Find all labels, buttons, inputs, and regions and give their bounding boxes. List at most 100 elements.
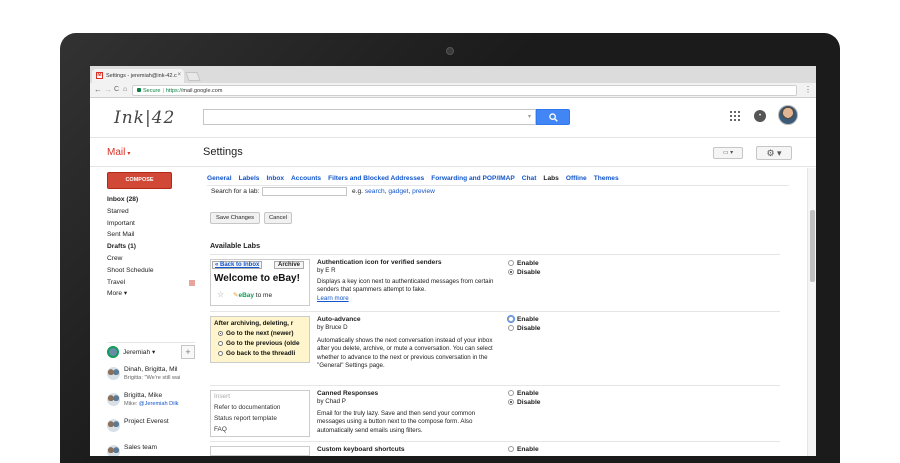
- new-tab-button[interactable]: [185, 72, 201, 81]
- chat-status-menu[interactable]: Jeremiah ▾: [123, 348, 155, 356]
- my-chat-avatar[interactable]: [107, 346, 119, 358]
- url-scheme: https://: [165, 88, 183, 94]
- sidebar-item[interactable]: Sent Mail: [107, 229, 195, 241]
- chat-contact[interactable]: Brigitta, Mike Mike: @Jeremiah Dilk: [107, 391, 199, 417]
- tab-accounts[interactable]: Accounts: [291, 175, 321, 182]
- lab-title: Authentication icon for verified senders: [317, 259, 442, 266]
- lab-preview-image: « Back to Inbox Archive Welcome to eBay!…: [210, 259, 310, 306]
- back-arrow-icon[interactable]: ←: [94, 85, 102, 94]
- settings-gear-button[interactable]: ⚙ ▾: [756, 146, 792, 160]
- contact-snippet: Brigitta: "We're still wai: [124, 375, 199, 381]
- content-scrollbar[interactable]: [807, 168, 816, 456]
- disable-option[interactable]: Disable: [508, 325, 540, 332]
- reload-icon[interactable]: C: [114, 86, 119, 93]
- home-icon[interactable]: ⌂: [123, 86, 127, 93]
- label-color-swatch[interactable]: [189, 279, 195, 286]
- mail-switcher[interactable]: Mail ▾: [107, 147, 130, 158]
- disable-radio[interactable]: [508, 399, 514, 405]
- chat-contact[interactable]: Project Everest: [107, 417, 199, 443]
- preview-sender-rest: to me: [254, 292, 273, 299]
- example-link-gadget[interactable]: gadget: [388, 188, 408, 195]
- sidebar-item[interactable]: Travel: [107, 277, 195, 289]
- search-button[interactable]: [536, 109, 570, 125]
- search-input[interactable]: ▾: [203, 109, 536, 125]
- compose-button[interactable]: COMPOSE: [107, 172, 172, 189]
- learn-more-link[interactable]: Learn more: [317, 295, 349, 302]
- contact-name: Brigitta, Mike: [124, 392, 163, 399]
- settings-content: General Labels Inbox Accounts Filters and Bl…: [203, 168, 797, 456]
- preview-menu-item: Refer to documentation: [214, 404, 281, 411]
- sidebar-item[interactable]: More ▾: [107, 288, 195, 300]
- cancel-button[interactable]: Cancel: [264, 212, 292, 224]
- sidebar-item-label: Drafts (1): [107, 243, 136, 251]
- chat-header: Jeremiah ▾ +: [107, 342, 195, 359]
- contact-avatar: [107, 419, 120, 432]
- tab-themes[interactable]: Themes: [594, 175, 619, 182]
- save-changes-button[interactable]: Save Changes: [210, 212, 260, 224]
- example-link-preview[interactable]: preview: [412, 188, 435, 195]
- example-link-search[interactable]: search: [365, 188, 385, 195]
- lab-author: by Bruce D: [317, 324, 348, 331]
- notifications-bell-icon[interactable]: •: [754, 110, 766, 122]
- disable-label: Disable: [517, 399, 541, 406]
- sidebar-item[interactable]: Starred: [107, 206, 195, 218]
- contact-name: Project Everest: [124, 418, 169, 425]
- tab-title: Settings - jeremiah@ink-42.c: [106, 73, 177, 79]
- tab-inbox[interactable]: Inbox: [266, 175, 284, 182]
- enable-option[interactable]: Enable: [508, 260, 539, 267]
- tab-forwarding-and-pop-imap[interactable]: Forwarding and POP/IMAP: [431, 175, 515, 182]
- new-chat-button[interactable]: +: [181, 345, 195, 359]
- preview-menu-item: Insert: [214, 393, 230, 400]
- sidebar-item[interactable]: Inbox (28): [107, 194, 195, 206]
- lab-preview-image: After archiving, deleting, r Go to the n…: [210, 316, 310, 363]
- sidebar-item[interactable]: Drafts (1): [107, 241, 195, 253]
- enable-radio[interactable]: [508, 390, 514, 396]
- tab-general[interactable]: General: [207, 175, 232, 182]
- preview-heading: After archiving, deleting, r: [214, 320, 294, 327]
- disable-label: Disable: [517, 325, 541, 332]
- tab-close-icon[interactable]: ×: [177, 72, 181, 78]
- lab-description-text: Displays a key icon next to authenticate…: [317, 278, 494, 294]
- tab-labs[interactable]: Labs: [543, 175, 558, 182]
- secure-label: Secure: [143, 88, 161, 94]
- ink42-logo[interactable]: Ink|42: [114, 108, 175, 128]
- browser-tab[interactable]: M Settings - jeremiah@ink-42.c ×: [92, 69, 184, 83]
- preview-menu-item: Status report template: [214, 415, 277, 422]
- input-tools-button[interactable]: ▭ ▾: [713, 147, 743, 159]
- preview-sender-brand: eBay: [238, 292, 254, 299]
- contact-snippet: Mike: @Jeremiah Dilk: [124, 401, 199, 407]
- search-options-caret-icon[interactable]: ▾: [528, 113, 531, 120]
- gmail-header: Ink|42 ▾ •: [90, 98, 816, 138]
- lock-icon: [137, 88, 141, 92]
- sidebar-item[interactable]: Crew: [107, 253, 195, 265]
- gmail-favicon-icon: M: [96, 72, 103, 79]
- tab-labels[interactable]: Labels: [239, 175, 260, 182]
- sidebar-item[interactable]: Shoot Schedule: [107, 265, 195, 277]
- contact-snippet-text: Brigitta: "We're still wai: [124, 375, 181, 381]
- enable-radio[interactable]: [508, 446, 514, 452]
- browser-menu-icon[interactable]: ⋮: [804, 85, 812, 94]
- mail-label: Mail: [107, 147, 126, 158]
- search-lab-label: Search for a lab:: [211, 188, 260, 195]
- disable-option[interactable]: Disable: [508, 269, 540, 276]
- tab-offline[interactable]: Offline: [566, 175, 587, 182]
- tab-filters-and-blocked-addresses[interactable]: Filters and Blocked Addresses: [328, 175, 424, 182]
- enable-option[interactable]: Enable: [508, 390, 539, 397]
- disable-label: Disable: [517, 269, 541, 276]
- sidebar-item[interactable]: Important: [107, 218, 195, 230]
- tab-chat[interactable]: Chat: [522, 175, 537, 182]
- search-lab-input[interactable]: [262, 187, 347, 196]
- disable-radio[interactable]: [508, 269, 514, 275]
- account-avatar[interactable]: [778, 105, 798, 125]
- disable-option[interactable]: Disable: [508, 399, 540, 406]
- forward-arrow-icon[interactable]: →: [104, 85, 112, 94]
- scrollbar-thumb[interactable]: [810, 210, 815, 282]
- disable-radio[interactable]: [508, 325, 514, 331]
- enable-radio[interactable]: [507, 315, 515, 323]
- enable-radio[interactable]: [508, 260, 514, 266]
- chat-contact[interactable]: Dinah, Brigitta, Mil Brigitta: "We're sti…: [107, 365, 199, 391]
- apps-grid-icon[interactable]: [730, 111, 740, 121]
- address-bar[interactable]: Secure | https://mail.google.com: [132, 85, 797, 96]
- lab-row-custom-keyboard-shortcuts: Custom keyboard shortcuts Enable: [210, 441, 780, 456]
- enable-option[interactable]: Enable: [507, 315, 539, 323]
